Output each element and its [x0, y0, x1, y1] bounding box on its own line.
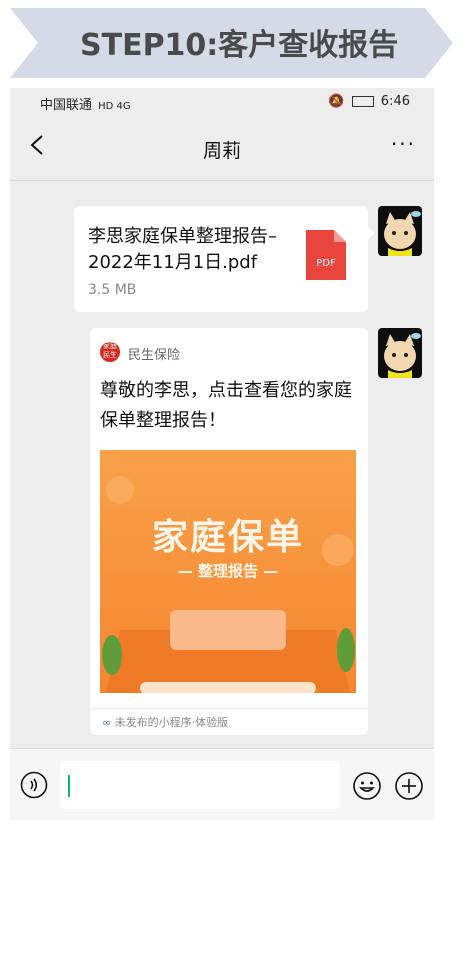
- header-divider: [10, 180, 434, 181]
- status-right: 🔕 6:46: [328, 94, 410, 109]
- battery-icon: [351, 96, 374, 107]
- mini-program-card[interactable]: 家庭民生 民生保险 尊敬的李思，点击查看您的家庭保单整理报告！ 家庭保单 — 整…: [90, 328, 368, 735]
- file-name: 李思家庭保单整理报告–2022年11月1日.pdf: [88, 226, 277, 273]
- voice-input-icon[interactable]: [20, 771, 48, 799]
- text-caret: [68, 775, 70, 797]
- file-size: 3.5 MB: [88, 282, 137, 298]
- mini-program-link-icon: ∞: [102, 716, 112, 729]
- contact-name: 周莉: [202, 140, 241, 162]
- card-footer-divider: [90, 708, 368, 709]
- add-more-icon[interactable]: [394, 771, 424, 801]
- card-footer: ∞ 未发布的小程序·体验版: [102, 714, 228, 730]
- insurer-logo: 家庭民生: [100, 342, 120, 362]
- more-options-button[interactable]: ···: [391, 132, 416, 156]
- file-message-bubble[interactable]: 李思家庭保单整理报告–2022年11月1日.pdf 3.5 MB PDF: [74, 206, 368, 312]
- status-time: 6:46: [380, 94, 410, 109]
- status-bar: 中国联通 HD 4G 🔕 6:46: [10, 88, 434, 116]
- phone-screen: 中国联通 HD 4G 🔕 6:46 周莉 ··· 李思家庭保单整理报告–2022…: [10, 88, 434, 820]
- message-input-bar: [10, 748, 434, 820]
- cover-subtitle: — 整理报告 —: [177, 562, 279, 580]
- banner-title: STEP10:客户查收报告: [80, 28, 399, 63]
- report-cover-image: 家庭保单 — 整理报告 —: [100, 450, 356, 693]
- avatar[interactable]: [378, 328, 422, 378]
- pdf-file-icon: PDF: [306, 230, 346, 280]
- carrier-label: 中国联通 HD 4G: [40, 98, 131, 113]
- network-indicator: HD 4G: [98, 101, 131, 112]
- source-name: 民生保险: [128, 348, 181, 363]
- message-input[interactable]: [60, 761, 340, 809]
- step-banner: STEP10:客户查收报告: [0, 0, 463, 80]
- emoji-icon[interactable]: [352, 771, 382, 801]
- pdf-label: PDF: [316, 258, 336, 269]
- card-message: 尊敬的李思，点击查看您的家庭保单整理报告！: [100, 380, 352, 431]
- bubble-tail: [367, 226, 375, 240]
- cover-title: 家庭保单: [151, 517, 304, 558]
- card-footer-label: 未发布的小程序·体验版: [114, 716, 229, 729]
- mute-icon: 🔕: [328, 94, 345, 109]
- cat-avatar-icon: [384, 333, 421, 378]
- cat-avatar-icon: [384, 211, 421, 256]
- chat-header: 周莉 ···: [10, 116, 434, 180]
- avatar[interactable]: [378, 206, 422, 256]
